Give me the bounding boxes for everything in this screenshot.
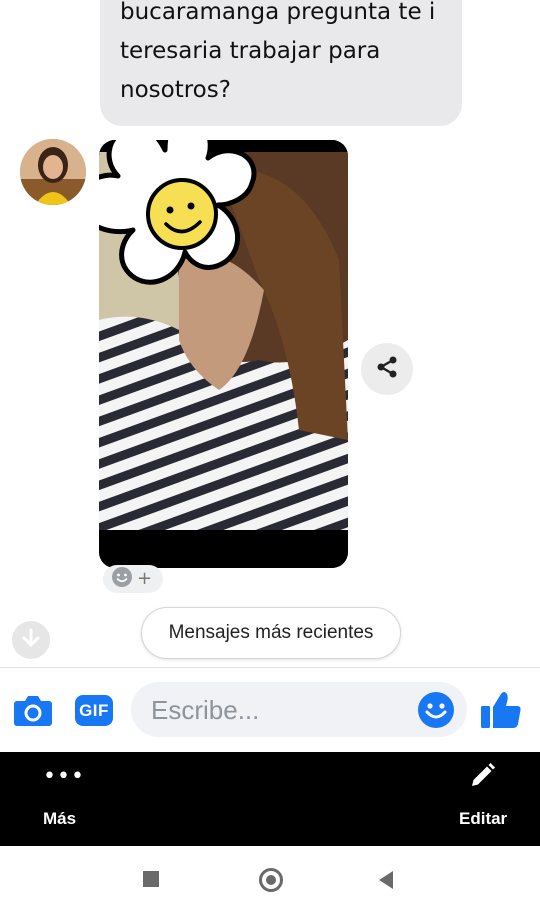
add-reaction-button[interactable]: +: [103, 565, 163, 593]
action-bar: ••• Más Editar: [0, 752, 540, 846]
message-line: teresaria trabajar para: [120, 38, 381, 64]
share-button[interactable]: [361, 343, 413, 395]
gif-button[interactable]: GIF: [75, 695, 113, 726]
incoming-message-bubble[interactable]: bucaramanga pregunta te i teresaria trab…: [100, 0, 462, 126]
system-navigation-bar: [0, 846, 540, 910]
newer-messages-label: Mensajes más recientes: [168, 622, 374, 643]
more-dots-icon[interactable]: •••: [43, 764, 85, 789]
arrow-down-icon: [20, 627, 42, 654]
newer-messages-button[interactable]: Mensajes más recientes: [141, 607, 401, 659]
more-button[interactable]: Más: [43, 809, 76, 829]
edit-button[interactable]: Editar: [459, 809, 507, 829]
shared-photo[interactable]: [99, 140, 348, 568]
camera-icon[interactable]: [13, 693, 53, 732]
message-line: nosotros?: [120, 77, 231, 103]
message-line: bucaramanga pregunta te i: [120, 0, 436, 25]
message-composer: GIF Escribe...: [0, 668, 540, 752]
sender-avatar[interactable]: [20, 139, 86, 205]
message-input[interactable]: Escribe...: [131, 682, 467, 737]
recents-button[interactable]: [143, 871, 159, 887]
gif-label: GIF: [79, 700, 109, 720]
home-button[interactable]: [259, 868, 283, 892]
plus-icon: +: [137, 568, 153, 589]
emoji-icon[interactable]: [417, 691, 455, 734]
photo-image: [99, 140, 348, 568]
scroll-down-button[interactable]: [12, 621, 50, 659]
thumbs-up-icon[interactable]: [480, 690, 522, 735]
reaction-smiley-icon: [111, 566, 133, 593]
back-button[interactable]: [379, 871, 393, 889]
pencil-icon[interactable]: [467, 761, 497, 796]
message-placeholder: Escribe...: [151, 695, 260, 725]
share-icon: [374, 354, 400, 385]
